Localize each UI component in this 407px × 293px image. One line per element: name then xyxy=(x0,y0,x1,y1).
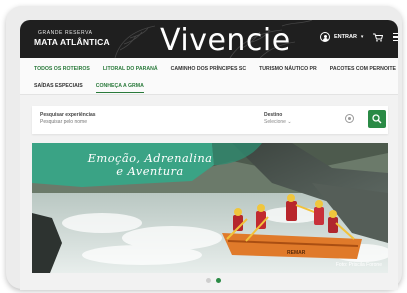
nav-item-turismo-nautico[interactable]: TURISMO NÁUTICO PR xyxy=(259,66,317,76)
main-nav: TODOS OS ROTEIROS LITORAL DO PARANÁ CAMI… xyxy=(20,58,398,95)
site-logo[interactable]: Vivencie xyxy=(160,23,291,58)
raft-label: REMAR xyxy=(287,250,306,256)
browser-screen: Grande Reserva Mata Atlântica Vivencie E… xyxy=(20,20,398,290)
location-icon[interactable] xyxy=(345,114,354,123)
user-icon[interactable] xyxy=(320,32,330,42)
photo-credit: Foto: Priscila Forone xyxy=(335,262,382,268)
nav-row-primary: TODOS OS ROTEIROS LITORAL DO PARANÁ CAMI… xyxy=(34,66,396,76)
chevron-down-icon[interactable]: ▾ xyxy=(361,34,364,40)
login-label[interactable]: ENTRAR xyxy=(334,34,357,40)
nav-item-todos-os-roteiros[interactable]: TODOS OS ROTEIROS xyxy=(34,66,90,76)
nav-row-secondary: SAÍDAS ESPECIAIS CONHEÇA A GRMA xyxy=(34,83,144,93)
brand-title[interactable]: Mata Atlântica xyxy=(34,37,110,47)
destination-value: Selecione xyxy=(264,119,286,125)
nav-item-caminho-dos-principes[interactable]: CAMINHO DOS PRÍNCIPES SC xyxy=(171,66,247,76)
hero-banner-text: Emoção, Adrenalina e Aventura xyxy=(82,152,218,178)
carousel-dot-1[interactable] xyxy=(206,278,211,283)
user-menu[interactable]: ENTRAR ▾ xyxy=(320,32,398,42)
carousel-dot-2[interactable] xyxy=(216,278,221,283)
menu-icon[interactable] xyxy=(393,32,398,42)
search-bar: Pesquisar experiências Destino Selecione… xyxy=(32,106,388,134)
nav-item-litoral-do-parana[interactable]: LITORAL DO PARANÁ xyxy=(103,66,158,76)
brand-subtitle: Grande Reserva xyxy=(38,30,93,36)
destination-label: Destino xyxy=(264,112,283,118)
experience-search-input[interactable] xyxy=(40,119,180,125)
search-button[interactable] xyxy=(368,110,386,128)
site-header: Grande Reserva Mata Atlântica Vivencie E… xyxy=(20,20,398,58)
hero-carousel-slide[interactable]: REMAR Emoção, Adrenalina e Aventura Foto… xyxy=(32,143,388,273)
nav-item-saidas-especiais[interactable]: SAÍDAS ESPECIAIS xyxy=(34,83,83,93)
experience-label: Pesquisar experiências xyxy=(40,112,96,118)
banner-line-2: e Aventura xyxy=(116,164,184,178)
device-frame: Grande Reserva Mata Atlântica Vivencie E… xyxy=(6,6,402,290)
chevron-down-icon: ⌄ xyxy=(287,119,292,125)
cart-icon[interactable] xyxy=(373,33,384,42)
destination-select[interactable]: Selecione ⌄ xyxy=(264,119,292,125)
carousel-dots xyxy=(206,278,221,283)
search-icon xyxy=(372,114,382,124)
nav-item-conheca-a-grma[interactable]: CONHEÇA A GRMA xyxy=(95,83,144,93)
nav-item-pacotes-com-pernoite[interactable]: PACOTES COM PERNOITE xyxy=(330,66,396,76)
